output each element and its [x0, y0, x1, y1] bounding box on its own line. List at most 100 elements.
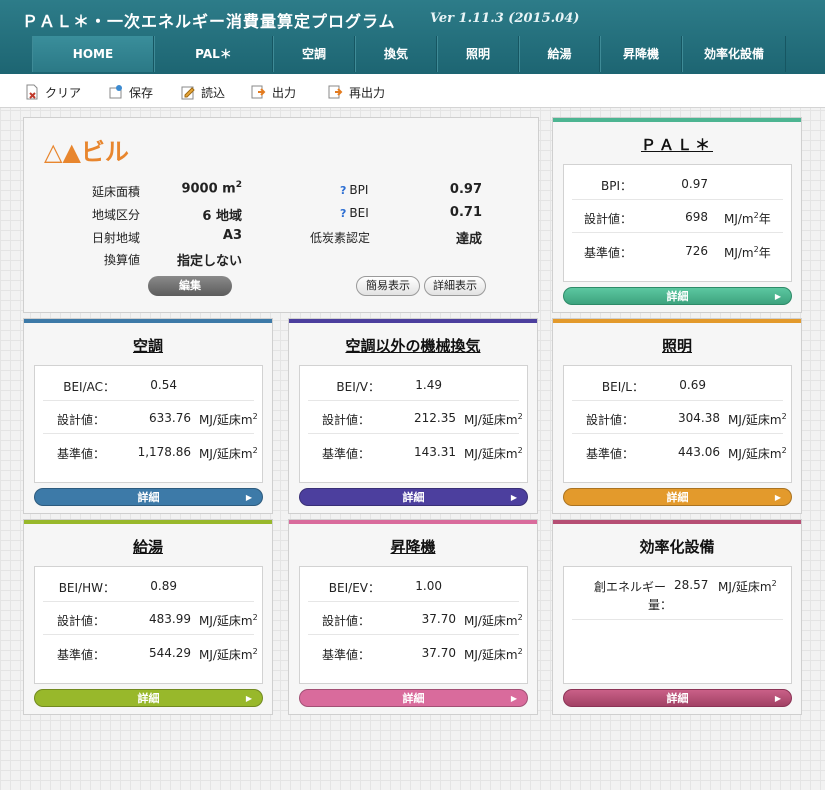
detail-button-l[interactable]: 詳細 ▶ [563, 488, 792, 506]
simple-view-button[interactable]: 簡易表示 [356, 276, 420, 296]
efficiency-unit: MJ/延床m2 [718, 579, 777, 594]
pal-standard-row: 基準値： 726 MJ/m2年 [572, 235, 783, 267]
design-value: 212.35 [414, 411, 456, 425]
standard-unit: MJ/延床m2 [199, 647, 258, 662]
save-button[interactable]: 保存 [108, 83, 153, 101]
help-icon[interactable]: ? [340, 184, 346, 197]
clear-icon [26, 84, 38, 100]
efficiency-label-1: 創エネルギー [594, 580, 667, 594]
index-label: BEI/V： [336, 380, 380, 394]
efficiency-row: 創エネルギー 量： 28.57 MJ/延床m2 [572, 570, 783, 620]
index-row: BEI/AC： 0.54 [43, 369, 254, 401]
detail-button-v[interactable]: 詳細 ▶ [299, 488, 528, 506]
panel-ac: 空調 BEI/AC： 0.54 設計値： 633.76 MJ/延床m2 基準値：… [23, 318, 273, 514]
nav-hot-water[interactable]: 給湯 [519, 36, 600, 72]
pal-index-label: BPI： [600, 179, 632, 193]
index-value: 0.89 [150, 579, 177, 593]
index-value: 1.00 [415, 579, 442, 593]
pal-design-row: 設計値： 698 MJ/m2年 [572, 201, 783, 233]
panel-title: 空調以外の機械換気 [345, 337, 481, 355]
panel-values: BEI/EV： 1.00 設計値： 37.70 MJ/延床m2 基準値： 37.… [299, 566, 528, 684]
pal-design-value: 698 [685, 210, 708, 224]
panel-values: BEI/HW： 0.89 設計値： 483.99 MJ/延床m2 基準値： 54… [34, 566, 263, 684]
nav-ac[interactable]: 空調 [273, 36, 355, 72]
panel-title: 昇降機 [390, 538, 436, 556]
panel-values: BEI/V： 1.49 設計値： 212.35 MJ/延床m2 基準値： 143… [299, 365, 528, 483]
design-row: 設計値： 304.38 MJ/延床m2 [572, 402, 787, 434]
standard-value: 1,178.86 [137, 445, 191, 459]
design-unit: MJ/延床m2 [728, 412, 787, 427]
pal-detail-button[interactable]: 詳細 ▶ [563, 287, 792, 305]
detail-button-hw[interactable]: 詳細 ▶ [34, 689, 263, 707]
panel-color-bar [24, 520, 272, 524]
pal-panel: ＰＡＬ＊ BPI： 0.97 設計値： 698 MJ/m2年 基準値： 726 … [552, 117, 802, 313]
standard-unit: MJ/延床m2 [464, 446, 523, 461]
panel-color-bar [289, 520, 537, 524]
nav-elevator[interactable]: 昇降機 [600, 36, 682, 72]
output-label: 出力 [272, 85, 297, 100]
index-label: BEI/EV： [328, 581, 380, 595]
bpi-label: ? BPI [340, 183, 369, 197]
load-icon [181, 86, 195, 100]
output-icon [251, 85, 266, 99]
reoutput-button[interactable]: 再出力 [328, 83, 385, 101]
floor-area-label: 延床面積 [92, 185, 141, 199]
main-nav: HOME PAL＊ 空調 換気 照明 給湯 昇降機 効率化設備 [32, 36, 786, 72]
nav-efficiency[interactable]: 効率化設備 [682, 36, 786, 72]
nav-lighting[interactable]: 照明 [437, 36, 519, 72]
index-row: BEI/L： 0.69 [572, 369, 783, 401]
standard-unit: MJ/延床m2 [464, 647, 523, 662]
panel-color-bar [24, 319, 272, 323]
standard-label: 基準値： [585, 447, 634, 461]
save-icon [109, 85, 122, 99]
standard-value: 544.29 [149, 646, 191, 660]
building-name: △▲ビル [44, 138, 129, 166]
design-row: 設計値： 212.35 MJ/延床m2 [308, 402, 523, 434]
standard-row: 基準値： 443.06 MJ/延床m2 [572, 436, 787, 468]
detail-button-ac[interactable]: 詳細 ▶ [34, 488, 263, 506]
detail-view-button[interactable]: 詳細表示 [424, 276, 486, 296]
panel-values: BEI/L： 0.69 設計値： 304.38 MJ/延床m2 基準値： 443… [563, 365, 792, 483]
standard-label: 基準値： [321, 447, 370, 461]
design-unit: MJ/延床m2 [464, 613, 523, 628]
save-label: 保存 [129, 85, 154, 100]
conversion-value: 指定しない [176, 254, 242, 269]
index-value: 0.54 [150, 378, 177, 392]
pal-standard-value: 726 [685, 244, 708, 258]
region-value: 6 地域 [202, 209, 242, 224]
efficiency-panel: 効率化設備 創エネルギー 量： 28.57 MJ/延床m2 詳細 ▶ [552, 519, 802, 715]
design-row: 設計値： 37.70 MJ/延床m2 [308, 603, 523, 635]
detail-button-ev[interactable]: 詳細 ▶ [299, 689, 528, 707]
load-button[interactable]: 読込 [180, 83, 225, 101]
nav-home[interactable]: HOME [32, 36, 154, 72]
help-icon[interactable]: ? [340, 207, 346, 220]
standard-label: 基準値： [56, 648, 105, 662]
design-label: 設計値： [585, 413, 634, 427]
index-label: BEI/L： [601, 380, 644, 394]
panel-title: 空調 [132, 337, 163, 355]
pal-design-label: 設計値： [583, 212, 632, 226]
efficiency-label-2: 量： [648, 598, 673, 612]
clear-button[interactable]: クリア [24, 83, 81, 101]
nav-pal[interactable]: PAL＊ [154, 36, 273, 72]
app-title: ＰＡＬ＊・一次エネルギー消費量算定プログラム [22, 12, 396, 31]
solar-value: A3 [222, 228, 242, 243]
design-value: 633.76 [149, 411, 191, 425]
output-button[interactable]: 出力 [251, 83, 296, 101]
reoutput-label: 再出力 [349, 85, 386, 100]
standard-unit: MJ/延床m2 [728, 446, 787, 461]
arrow-right-icon: ▶ [245, 493, 252, 502]
efficiency-detail-button[interactable]: 詳細 ▶ [563, 689, 792, 707]
design-value: 37.70 [421, 612, 456, 626]
region-label: 地域区分 [92, 208, 141, 222]
bei-label: ? BEI [340, 206, 369, 220]
pal-title: ＰＡＬ＊ [640, 136, 713, 154]
edit-button[interactable]: 編集 [148, 276, 232, 296]
clear-label: クリア [45, 85, 82, 100]
floor-area-value: 9000 m2 [181, 180, 242, 197]
pal-values: BPI： 0.97 設計値： 698 MJ/m2年 基準値： 726 MJ/m2… [563, 164, 792, 282]
panel-color-bar [553, 319, 801, 323]
nav-ventilation[interactable]: 換気 [355, 36, 437, 72]
index-label: BEI/AC： [63, 380, 115, 394]
efficiency-value: 28.57 [674, 578, 709, 592]
